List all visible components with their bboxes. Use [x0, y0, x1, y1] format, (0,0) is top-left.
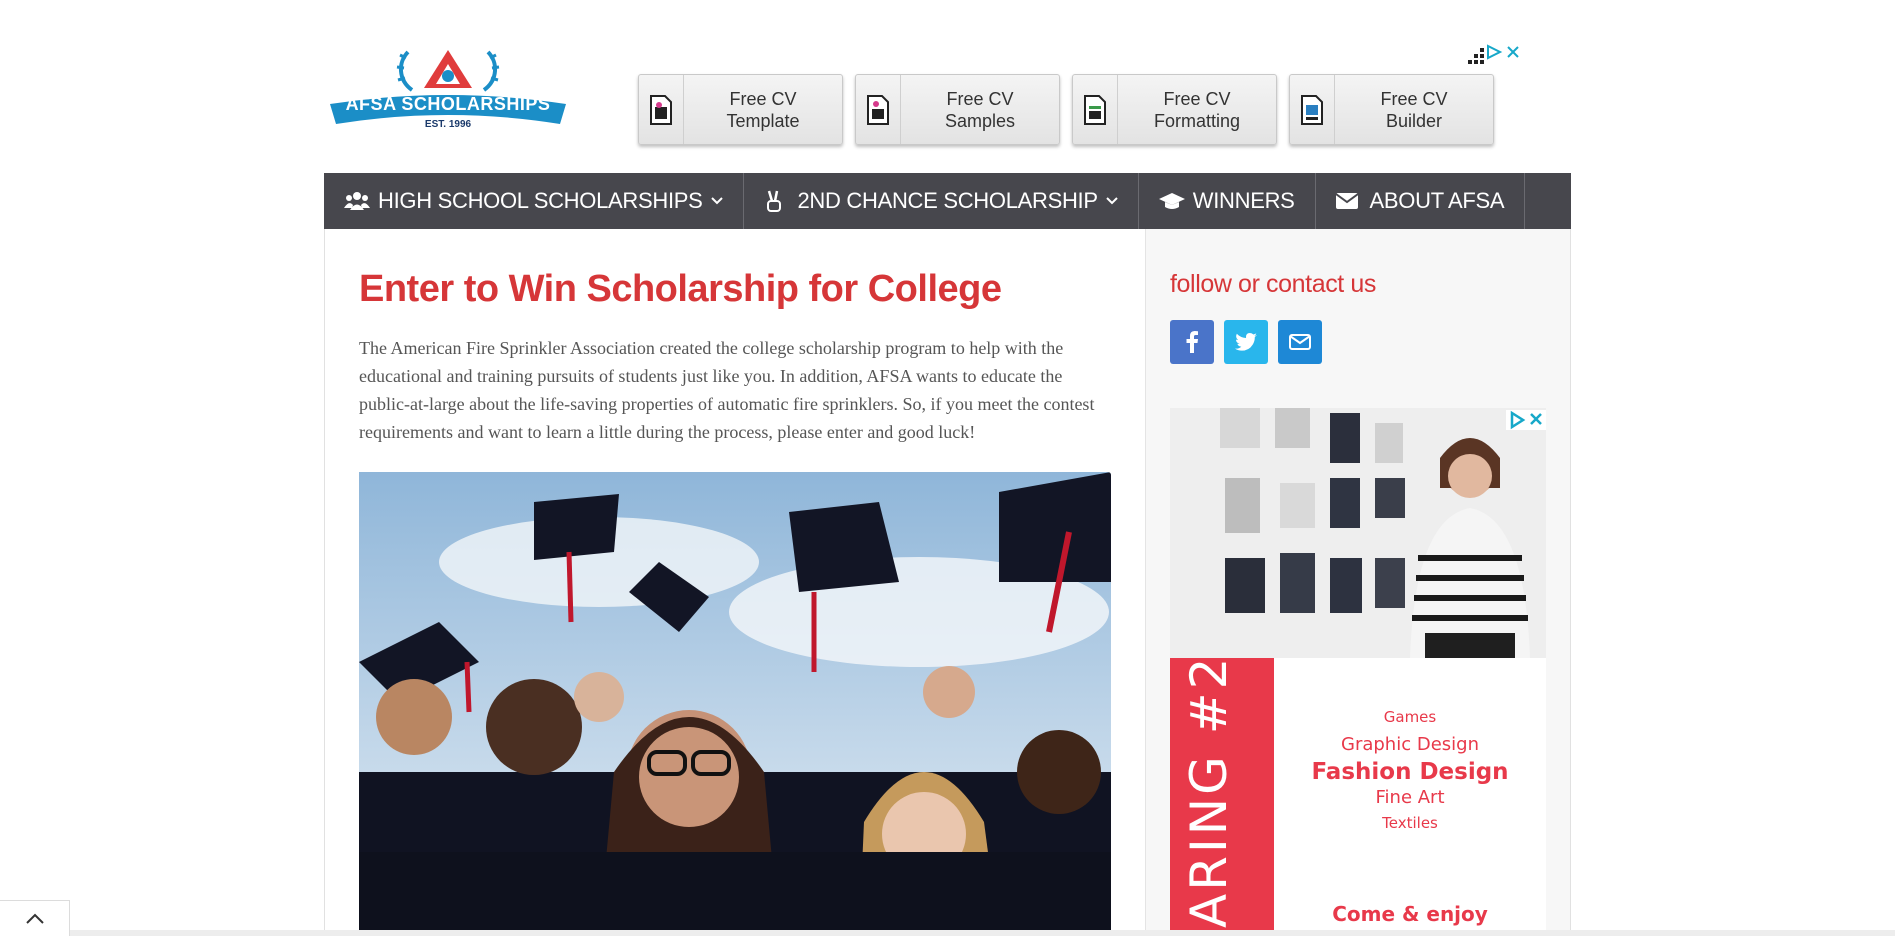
scroll-to-top-button[interactable]	[0, 900, 70, 936]
cv-button-label: Free CV Formatting	[1153, 88, 1241, 131]
nav-label: ABOUT AFSA	[1369, 188, 1505, 213]
free-cv-builder-button[interactable]: Free CV Builder	[1289, 74, 1494, 145]
chevron-down-icon	[1106, 197, 1118, 205]
top-advert[interactable]: Free CV Template Free CV Samples Free CV…	[638, 74, 1494, 146]
cv-button-label: Free CV Template	[726, 88, 800, 131]
users-icon	[344, 190, 370, 212]
document-icon	[1084, 94, 1106, 125]
ad-course-list: Games Graphic Design Fashion Design Fine…	[1274, 658, 1546, 926]
ad-line: Fashion Design	[1311, 759, 1509, 785]
free-cv-template-button[interactable]: Free CV Template	[638, 74, 843, 145]
document-icon	[650, 94, 672, 125]
page-title: Enter to Win Scholarship for College	[359, 268, 1002, 310]
main-navigation: HIGH SCHOOL SCHOLARSHIPS 2ND CHANCE SCHO…	[324, 173, 1571, 229]
free-cv-samples-button[interactable]: Free CV Samples	[855, 74, 1060, 145]
twitter-button[interactable]	[1224, 320, 1268, 364]
chevron-down-icon	[710, 197, 723, 205]
afsa-logo[interactable]: AFSA SCHOLARSHIPS EST. 1996	[328, 42, 568, 132]
nav-high-school-scholarships[interactable]: HIGH SCHOOL SCHOLARSHIPS	[324, 173, 744, 229]
intro-paragraph: The American Fire Sprinkler Association …	[359, 338, 1095, 442]
nav-2nd-chance-scholarship[interactable]: 2ND CHANCE SCHOLARSHIP	[744, 173, 1139, 229]
graduates-hero-image	[359, 472, 1111, 936]
nav-label: WINNERS	[1192, 188, 1295, 213]
facebook-icon	[1186, 331, 1198, 353]
ad-vertical-text: ARING #21	[1180, 658, 1238, 928]
nav-label: 2ND CHANCE SCHOLARSHIP	[797, 188, 1099, 213]
envelope-icon	[1335, 190, 1362, 212]
document-icon	[1301, 94, 1323, 125]
ad-choices-side[interactable]	[1506, 410, 1546, 430]
bottom-border	[0, 930, 1895, 936]
facebook-button[interactable]	[1170, 320, 1214, 364]
nav-winners[interactable]: WINNERS	[1139, 173, 1316, 229]
ad-line: Fine Art	[1375, 787, 1445, 808]
graduation-cap-icon	[1158, 190, 1185, 212]
document-icon	[867, 94, 889, 125]
adchoices-icon	[1510, 410, 1542, 430]
adchoices-icon	[1468, 44, 1519, 64]
peace-hand-icon	[764, 190, 790, 212]
ad-photo-image	[1170, 408, 1546, 658]
nav-label: HIGH SCHOOL SCHOLARSHIPS	[378, 188, 703, 213]
ad-cta: Come & enjoy	[1332, 902, 1488, 926]
ad-line: Games	[1383, 708, 1437, 726]
free-cv-formatting-button[interactable]: Free CV Formatting	[1072, 74, 1277, 145]
cv-button-label: Free CV Samples	[944, 88, 1016, 131]
email-icon	[1289, 334, 1311, 350]
cv-button-label: Free CV Builder	[1380, 88, 1448, 131]
twitter-icon	[1235, 333, 1257, 351]
logo-tagline: EST. 1996	[424, 119, 472, 130]
follow-contact-title: follow or contact us	[1170, 270, 1376, 298]
ad-line: Textiles	[1382, 814, 1438, 832]
email-button[interactable]	[1278, 320, 1322, 364]
sidebar-advert[interactable]: ARING #21 Games Graphic Design Fashion D…	[1170, 408, 1546, 936]
chevron-up-icon	[25, 913, 44, 924]
nav-about-afsa[interactable]: ABOUT AFSA	[1316, 173, 1526, 229]
ad-red-banner: ARING #21	[1170, 658, 1274, 936]
ad-choices-top[interactable]	[1466, 42, 1522, 70]
logo-name: AFSA SCHOLARSHIPS	[345, 94, 551, 114]
ad-line: Graphic Design	[1341, 734, 1479, 755]
